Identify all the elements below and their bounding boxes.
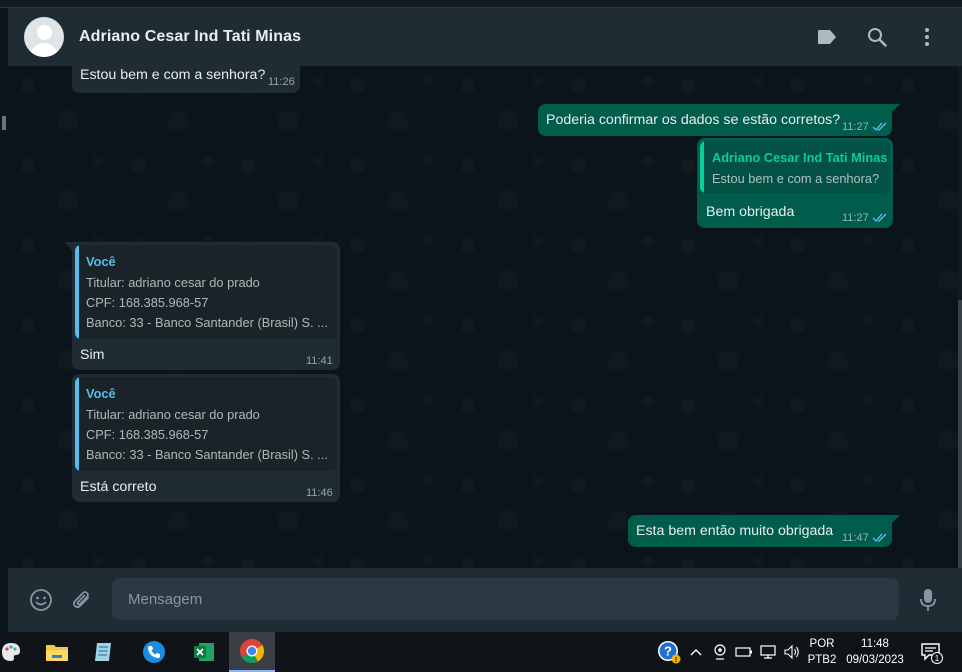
- read-receipt-icon: [872, 213, 887, 223]
- read-receipt-icon: [872, 533, 887, 543]
- message-incoming[interactable]: Estou bem e com a senhora? 11:26: [72, 66, 300, 93]
- svg-text:!: !: [675, 657, 677, 664]
- message-incoming-reply[interactable]: Você Titular: adriano cesar do prado CPF…: [64, 242, 340, 370]
- chat-scrollbar-thumb[interactable]: [958, 300, 962, 568]
- quoted-author: Você: [86, 386, 116, 401]
- read-receipt-icon: [872, 122, 887, 132]
- contact-avatar[interactable]: [24, 17, 64, 57]
- message-text: Sim: [80, 347, 105, 363]
- file-explorer-icon[interactable]: [34, 632, 80, 672]
- message-text: Poderia confirmar os dados se estão corr…: [546, 112, 841, 128]
- microphone-icon[interactable]: [915, 587, 941, 613]
- message-text: Bem obrigada: [706, 204, 795, 220]
- message-time: 11:41: [306, 355, 333, 367]
- phone-app-icon[interactable]: [131, 632, 177, 672]
- notification-center-icon[interactable]: 1: [916, 632, 946, 672]
- label-icon[interactable]: [815, 25, 839, 49]
- palette-icon[interactable]: [0, 632, 34, 672]
- chrome-icon[interactable]: [229, 632, 275, 672]
- left-edge: [0, 66, 8, 568]
- notepad-icon[interactable]: [81, 632, 127, 672]
- attach-icon[interactable]: [69, 587, 95, 613]
- chevron-up-icon[interactable]: [688, 632, 704, 672]
- quoted-message[interactable]: Você Titular: adriano cesar do prado CPF…: [75, 245, 337, 339]
- message-meta: 11:47: [842, 532, 888, 544]
- network-icon[interactable]: [758, 632, 778, 672]
- whatsapp-window: Adriano Cesar Ind Tati Minas Estou bem e…: [0, 0, 962, 672]
- help-icon[interactable]: ?!: [656, 632, 682, 672]
- clock[interactable]: 11:48 09/03/2023: [842, 632, 908, 672]
- message-meta: 11:27: [842, 121, 888, 133]
- emoji-icon[interactable]: [28, 587, 54, 613]
- quoted-message[interactable]: Adriano Cesar Ind Tati Minas Estou bem e…: [700, 141, 890, 193]
- message-outgoing-reply[interactable]: Adriano Cesar Ind Tati Minas Estou bem e…: [697, 138, 893, 228]
- clock-time: 11:48: [861, 638, 889, 650]
- clock-date: 09/03/2023: [846, 654, 904, 666]
- window-top-strip: [0, 0, 962, 8]
- language-code: POR: [809, 638, 835, 650]
- message-outgoing[interactable]: Esta bem então muito obrigada 11:47: [628, 515, 900, 547]
- quoted-line: Banco: 33 - Banco Santander (Brasil) S. …: [86, 447, 328, 462]
- message-text: Estou bem e com a senhora?: [80, 67, 266, 83]
- message-input[interactable]: [112, 578, 899, 620]
- quoted-author: Adriano Cesar Ind Tati Minas: [712, 150, 888, 165]
- quoted-author: Você: [86, 254, 116, 269]
- message-outgoing[interactable]: Poderia confirmar os dados se estão corr…: [538, 104, 900, 136]
- message-time: 11:47: [842, 532, 869, 544]
- quoted-line: Titular: adriano cesar do prado: [86, 275, 260, 290]
- message-meta: 11:27: [842, 212, 888, 224]
- message-text: Está correto: [80, 479, 157, 495]
- message-time: 11:27: [842, 212, 869, 224]
- search-icon[interactable]: [865, 25, 889, 49]
- volume-icon[interactable]: [782, 632, 802, 672]
- battery-icon[interactable]: [734, 632, 754, 672]
- quoted-line: Banco: 33 - Banco Santander (Brasil) S. …: [86, 315, 328, 330]
- message-time: 11:27: [842, 121, 869, 133]
- quoted-line: CPF: 168.385.968-57: [86, 427, 209, 442]
- excel-icon[interactable]: [181, 632, 227, 672]
- input-language[interactable]: POR PTB2: [804, 632, 840, 672]
- contact-name[interactable]: Adriano Cesar Ind Tati Minas: [79, 28, 301, 46]
- header-actions: [815, 25, 962, 49]
- compose-bar: [8, 568, 962, 632]
- message-time: 11:46: [306, 487, 333, 499]
- windows-taskbar: ?! POR PTB2 11:48 09/03/2023 1: [0, 632, 962, 672]
- quoted-message[interactable]: Você Titular: adriano cesar do prado CPF…: [75, 377, 337, 471]
- quoted-line: Titular: adriano cesar do prado: [86, 407, 260, 422]
- quoted-line: CPF: 168.385.968-57: [86, 295, 209, 310]
- svg-text:?: ?: [664, 644, 672, 659]
- message-incoming-reply[interactable]: Você Titular: adriano cesar do prado CPF…: [72, 374, 340, 502]
- keyboard-layout: PTB2: [807, 654, 837, 666]
- message-time: 11:26: [268, 76, 295, 88]
- message-list[interactable]: Estou bem e com a senhora? 11:26 Poderia…: [8, 66, 958, 568]
- quoted-text: Estou bem e com a senhora?: [712, 171, 880, 186]
- message-text: Esta bem então muito obrigada: [636, 523, 834, 539]
- menu-icon[interactable]: [915, 25, 939, 49]
- webcam-icon[interactable]: [711, 632, 729, 672]
- notification-count: 1: [935, 654, 940, 663]
- chat-header[interactable]: Adriano Cesar Ind Tati Minas: [8, 8, 962, 66]
